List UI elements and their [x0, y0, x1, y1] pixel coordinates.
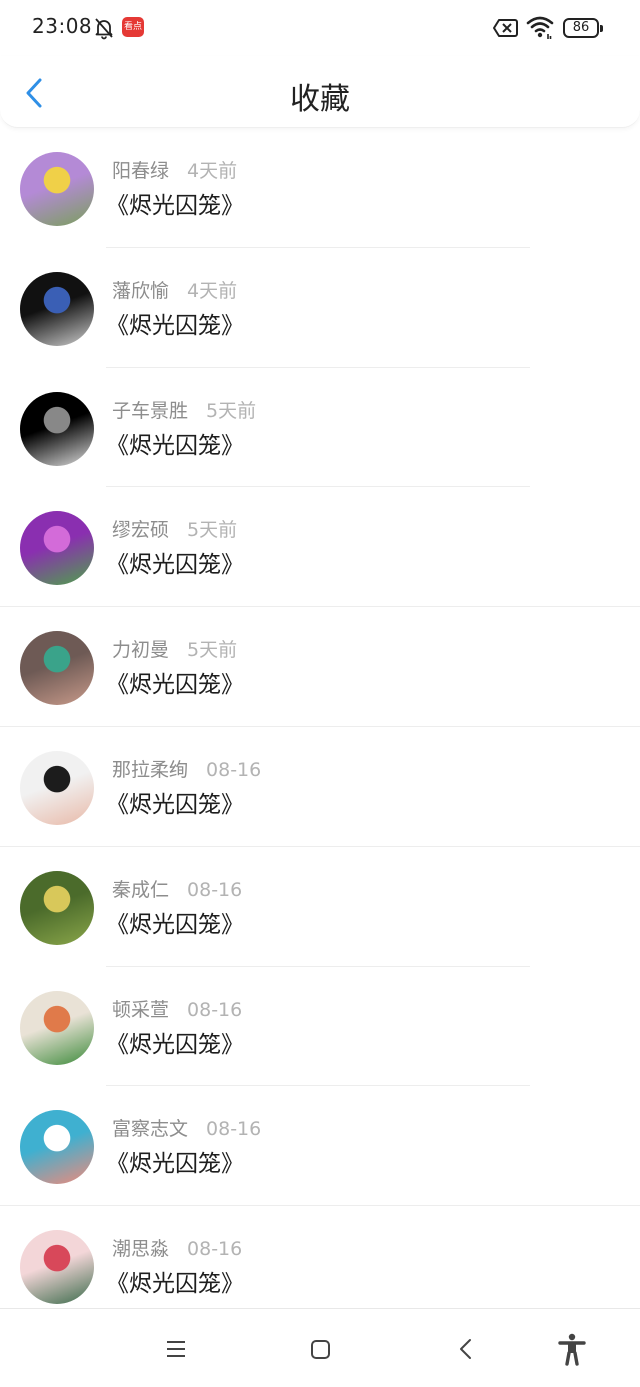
user-name: 秦成仁	[112, 878, 170, 901]
page-title: 收藏	[290, 82, 350, 117]
user-name: 子车景胜	[112, 399, 189, 422]
timestamp: 4天前	[187, 279, 238, 302]
user-name: 富察志文	[112, 1118, 189, 1141]
status-time: 23:08	[32, 14, 93, 38]
accessibility-icon[interactable]	[552, 1331, 592, 1367]
list-item[interactable]: 缪宏硕 5天前 《烬光囚笼》	[0, 487, 640, 608]
avatar[interactable]	[20, 1110, 94, 1185]
user-name: 缪宏硕	[112, 519, 170, 542]
avatar[interactable]	[20, 391, 94, 466]
favorite-title[interactable]: 《烬光囚笼》	[106, 426, 244, 460]
app-header: 收藏	[0, 56, 640, 128]
sim-x-icon	[493, 19, 518, 37]
list-item[interactable]: 顿采萱 08-16 《烬光囚笼》	[0, 967, 640, 1087]
timestamp: 5天前	[187, 519, 238, 542]
news-app-badge: 看点	[122, 17, 144, 37]
wifi-icon	[526, 16, 554, 39]
battery-indicator: 86	[563, 18, 603, 38]
nav-back-icon[interactable]	[446, 1331, 486, 1367]
avatar[interactable]	[20, 631, 94, 706]
user-name: 力初曼	[112, 639, 170, 662]
timestamp: 08-16	[206, 1118, 262, 1141]
list-item[interactable]: 那拉柔绚 08-16 《烬光囚笼》	[0, 727, 640, 847]
avatar[interactable]	[20, 152, 94, 226]
favorites-list: 阳春绿 4天前 《烬光囚笼》 藩欣愉 4天前 《烬光囚笼》 子车景胜 5天前 《烬光囚…	[0, 128, 640, 1326]
favorite-title[interactable]: 《烬光囚笼》	[106, 545, 244, 579]
favorite-title[interactable]: 《烬光囚笼》	[106, 1144, 244, 1178]
favorite-title[interactable]: 《烬光囚笼》	[106, 905, 244, 939]
list-item[interactable]: 藩欣愉 4天前 《烬光囚笼》	[0, 248, 640, 368]
list-item[interactable]: 阳春绿 4天前 《烬光囚笼》	[0, 128, 640, 248]
status-bar: 23:08 看点 86	[0, 0, 640, 56]
user-name: 顿采萱	[112, 998, 170, 1021]
avatar[interactable]	[20, 990, 94, 1065]
timestamp: 4天前	[187, 160, 238, 182]
favorite-title[interactable]: 《烬光囚笼》	[106, 1264, 244, 1298]
system-nav-bar	[0, 1308, 640, 1387]
user-name: 藩欣愉	[112, 279, 170, 302]
bell-off-icon	[95, 18, 113, 40]
timestamp: 08-16	[187, 878, 243, 901]
user-name: 阳春绿	[112, 160, 170, 182]
list-item[interactable]: 子车景胜 5天前 《烬光囚笼》	[0, 368, 640, 488]
avatar[interactable]	[20, 271, 94, 346]
avatar[interactable]	[20, 870, 94, 945]
avatar[interactable]	[20, 1230, 94, 1305]
timestamp: 08-16	[187, 1238, 243, 1261]
list-item[interactable]: 秦成仁 08-16 《烬光囚笼》	[0, 847, 640, 967]
list-item[interactable]: 富察志文 08-16 《烬光囚笼》	[0, 1086, 640, 1207]
home-square-icon[interactable]	[300, 1331, 340, 1367]
favorite-title[interactable]: 《烬光囚笼》	[106, 306, 244, 340]
user-name: 那拉柔绚	[112, 758, 189, 781]
timestamp: 5天前	[206, 399, 257, 422]
favorite-title[interactable]: 《烬光囚笼》	[106, 665, 244, 699]
timestamp: 5天前	[187, 639, 238, 662]
timestamp: 08-16	[187, 998, 243, 1021]
menu-icon[interactable]	[156, 1331, 196, 1367]
list-item[interactable]: 力初曼 5天前 《烬光囚笼》	[0, 607, 640, 727]
user-name: 潮思淼	[112, 1238, 170, 1261]
favorite-title[interactable]: 《烬光囚笼》	[106, 1025, 244, 1059]
avatar[interactable]	[20, 750, 94, 825]
favorite-title[interactable]: 《烬光囚笼》	[106, 785, 244, 819]
timestamp: 08-16	[206, 758, 262, 781]
avatar[interactable]	[20, 511, 94, 586]
favorite-title[interactable]: 《烬光囚笼》	[106, 186, 244, 220]
